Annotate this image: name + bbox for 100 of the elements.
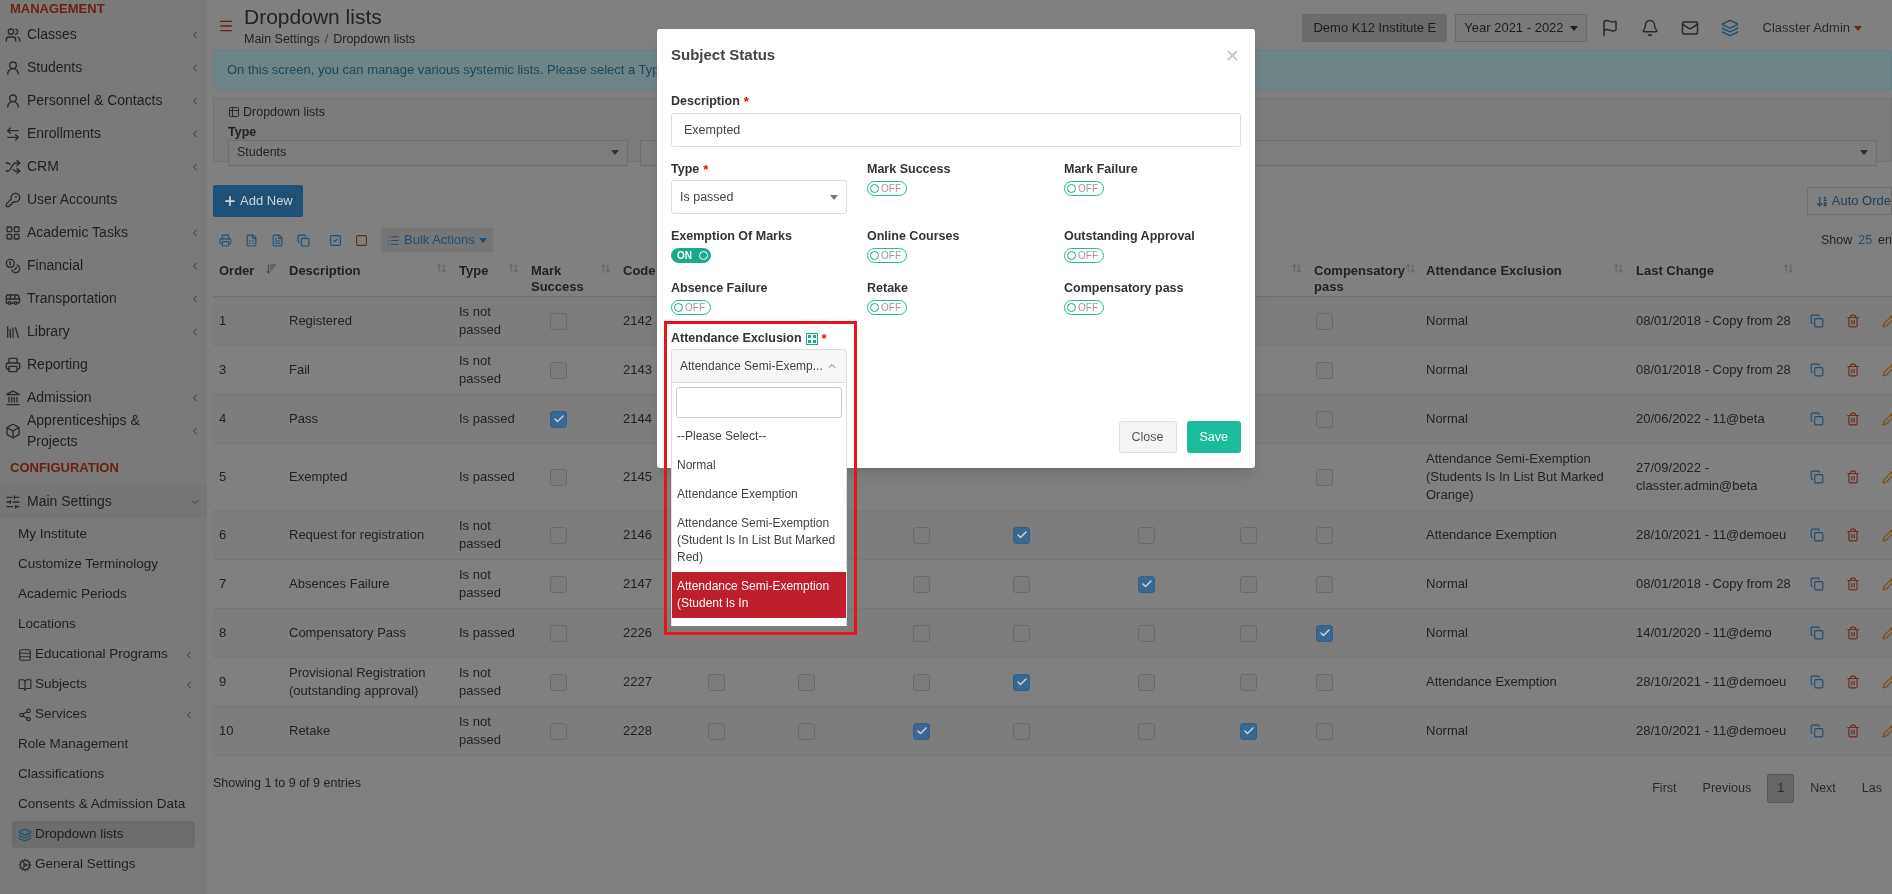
trash-icon[interactable] <box>1846 412 1860 426</box>
save-button[interactable]: Save <box>1186 421 1241 453</box>
sidebar-item[interactable]: Personnel & Contacts <box>0 84 207 117</box>
pencil-icon[interactable] <box>1882 314 1892 328</box>
breadcrumb-link[interactable]: Dropdown lists <box>333 30 416 49</box>
toggle-switch[interactable]: OFF <box>1064 300 1104 315</box>
sidebar-subitem[interactable]: Customize Terminology <box>12 551 195 578</box>
pencil-icon[interactable] <box>1882 412 1892 426</box>
pencil-icon[interactable] <box>1882 724 1892 738</box>
copy-icon[interactable] <box>1810 675 1824 689</box>
trash-icon[interactable] <box>1846 724 1860 738</box>
sort-icon[interactable] <box>600 263 611 274</box>
sidebar-item[interactable]: User Accounts <box>0 183 207 216</box>
trash-icon[interactable] <box>1846 528 1860 542</box>
copy-icon[interactable] <box>1810 470 1824 484</box>
column-header[interactable]: Description <box>289 263 361 279</box>
trash-icon[interactable] <box>1846 577 1860 591</box>
sidebar-item[interactable]: Main Settings <box>0 485 207 518</box>
sort-icon[interactable] <box>1613 263 1624 274</box>
copy-icon[interactable] <box>1810 528 1824 542</box>
type-select[interactable]: Is passed <box>671 180 847 214</box>
trash-icon[interactable] <box>1846 363 1860 377</box>
sidebar-item[interactable]: Financial <box>0 249 207 282</box>
sort-icon[interactable] <box>1783 263 1794 274</box>
pagination-link[interactable]: Previous <box>1692 774 1762 803</box>
printer-icon[interactable] <box>219 233 232 247</box>
column-header[interactable]: Code <box>623 263 656 279</box>
copy-icon[interactable] <box>297 233 310 247</box>
sidebar-subitem[interactable]: Locations <box>12 611 195 638</box>
checkbox[interactable] <box>1013 526 1030 544</box>
trash-icon[interactable] <box>1846 675 1860 689</box>
uncheck-all-icon[interactable] <box>355 233 368 247</box>
sidebar-subitem[interactable]: Services <box>12 701 195 728</box>
layers-icon[interactable] <box>1720 19 1739 37</box>
add-new-button[interactable]: Add New <box>213 185 303 217</box>
check-all-icon[interactable] <box>329 233 342 247</box>
pagination-link[interactable]: Next <box>1800 774 1846 803</box>
sidebar-item[interactable]: Apprenticeships & Projects <box>0 414 207 447</box>
close-button[interactable]: Close <box>1118 421 1177 453</box>
sort-icon[interactable] <box>1291 263 1302 274</box>
dropdown-option[interactable]: --Please Select-- <box>672 422 846 451</box>
sidebar-item[interactable]: Reporting <box>0 348 207 381</box>
sidebar-subitem[interactable]: Academic Periods <box>12 581 195 608</box>
checkbox[interactable] <box>1316 624 1333 642</box>
sidebar-subitem[interactable]: Role Management <box>12 731 195 758</box>
copy-icon[interactable] <box>1810 314 1824 328</box>
pencil-icon[interactable] <box>1882 675 1892 689</box>
copy-icon[interactable] <box>1810 626 1824 640</box>
toggle-switch[interactable]: ON <box>671 248 711 263</box>
column-header[interactable]: Compensatory pass <box>1314 263 1406 295</box>
pencil-icon[interactable] <box>1882 577 1892 591</box>
auto-order-button[interactable]: Auto Orde <box>1806 187 1892 215</box>
user-menu[interactable]: Classter Admin <box>1762 18 1862 38</box>
toggle-switch[interactable]: OFF <box>867 181 907 196</box>
copy-icon[interactable] <box>1810 363 1824 377</box>
sidebar-item[interactable]: Library <box>0 315 207 348</box>
sidebar-subitem[interactable]: Consents & Admission Data <box>12 791 195 818</box>
pagination-link[interactable]: Las <box>1851 774 1892 803</box>
dropdown-option[interactable]: Attendance Semi-Exemption (Student Is In List But Marked Red) <box>672 509 846 572</box>
column-header[interactable]: Type <box>459 263 489 279</box>
trash-icon[interactable] <box>1846 626 1860 640</box>
sidebar-item[interactable]: Students <box>0 51 207 84</box>
sort-icon[interactable] <box>436 263 447 274</box>
sidebar-item[interactable]: Classes <box>0 18 207 51</box>
menu-icon[interactable] <box>218 18 234 34</box>
sidebar-subitem[interactable]: Dropdown lists <box>12 821 195 848</box>
checkbox[interactable] <box>1013 673 1030 691</box>
sidebar-subitem[interactable]: Classifications <box>12 761 195 788</box>
pencil-icon[interactable] <box>1882 363 1892 377</box>
institute-button[interactable]: Demo K12 Institute E <box>1302 14 1448 42</box>
breadcrumb-link[interactable]: Main Settings <box>244 30 320 49</box>
column-header[interactable]: Order <box>219 263 255 279</box>
checkbox[interactable] <box>550 410 567 428</box>
sidebar-subitem[interactable]: General Settings <box>12 851 195 878</box>
sidebar-subitem[interactable]: Educational Programs <box>12 641 195 668</box>
checkbox[interactable] <box>913 722 930 740</box>
dropdown-option[interactable]: Normal <box>672 451 846 480</box>
sidebar-subitem[interactable]: My Institute <box>12 521 195 548</box>
search-field[interactable] <box>676 387 842 418</box>
sidebar-item[interactable]: Admission <box>0 381 207 414</box>
toggle-switch[interactable]: OFF <box>1064 248 1104 263</box>
sidebar-item[interactable]: Enrollments <box>0 117 207 150</box>
sort-icon[interactable] <box>265 263 277 275</box>
year-select[interactable]: Year 2021 - 2022 <box>1455 14 1587 42</box>
sidebar-item[interactable]: Academic Tasks <box>0 216 207 249</box>
column-header[interactable]: Last Change <box>1636 263 1714 279</box>
toggle-switch[interactable]: OFF <box>1064 181 1104 196</box>
bell-icon[interactable] <box>1640 19 1659 37</box>
trash-icon[interactable] <box>1846 314 1860 328</box>
pencil-icon[interactable] <box>1882 626 1892 640</box>
dropdown-option[interactable]: Attendance Exemption <box>672 480 846 509</box>
dropdown-option[interactable]: Attendance Semi-Exemption (Student Is In <box>672 572 846 618</box>
mail-icon[interactable] <box>1680 19 1699 37</box>
checkbox[interactable] <box>1138 575 1155 593</box>
column-header[interactable]: Attendance Exclusion <box>1426 263 1562 279</box>
pagination-link[interactable]: 1 <box>1767 774 1795 803</box>
checkbox[interactable] <box>1240 722 1257 740</box>
pencil-icon[interactable] <box>1882 528 1892 542</box>
copy-icon[interactable] <box>1810 412 1824 426</box>
pencil-icon[interactable] <box>1882 470 1892 484</box>
